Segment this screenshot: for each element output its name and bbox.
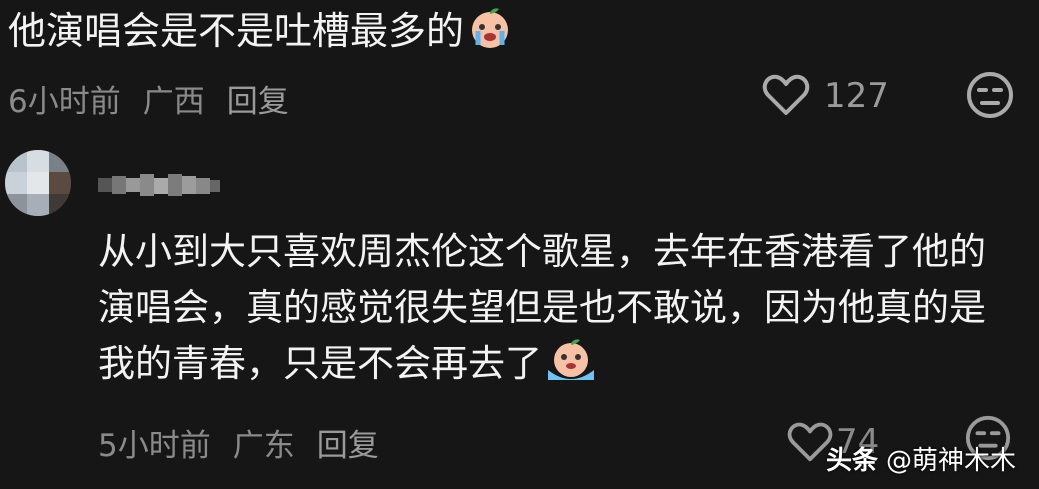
username-blurred[interactable] [98,172,220,198]
crying-face-icon [468,6,512,60]
watermark-brand: 头条 [826,446,879,476]
watermark-handle: @萌神木木 [886,446,1017,476]
comment-time: 6小时前 [8,84,121,120]
heart-icon[interactable] [762,73,810,117]
like-count: 127 [824,76,889,116]
reply-time: 5小时前 [98,428,211,464]
comment-text-content: 他演唱会是不是吐槽最多的 [8,9,465,53]
avatar[interactable] [5,150,71,216]
comment-location: 广西 [142,84,205,120]
reply-text: 从小到大只喜欢周杰伦这个歌星，去年在香港看了他的演唱会，真的感觉很失望但是也不敢… [98,224,998,398]
comment-reply-button[interactable]: 回复 [227,84,289,120]
comment-meta: 6小时前 广西 回复 [8,76,311,121]
reply-text-content: 从小到大只喜欢周杰伦这个歌星，去年在香港看了他的演唱会，真的感觉很失望但是也不敢… [98,230,986,385]
crying-face-icon [546,338,596,398]
reply-meta: 5小时前 广东 回复 [98,420,401,465]
neutral-face-icon[interactable] [965,70,1015,120]
comment-text: 他演唱会是不是吐槽最多的 [8,6,512,60]
reply-location: 广东 [232,428,295,464]
reply-reply-button[interactable]: 回复 [317,428,379,464]
watermark: 头条 @萌神木木 [826,440,1016,477]
